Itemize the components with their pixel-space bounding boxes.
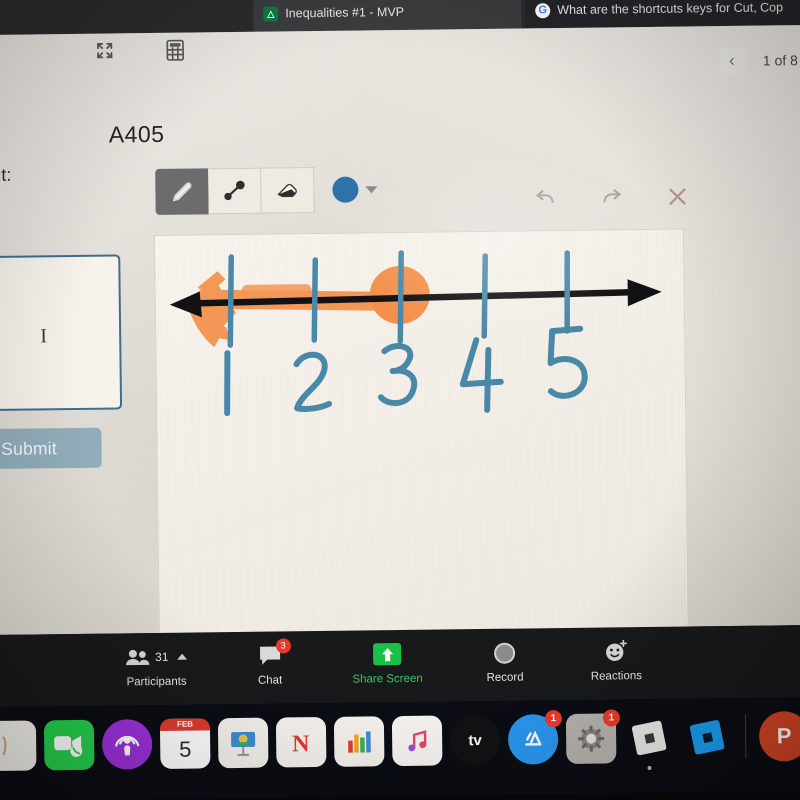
browser-tab-google[interactable]: G What are the shortcuts keys for Cut, C… (525, 0, 800, 29)
pager: ‹ 1 of 8 (718, 47, 798, 75)
zoom-chat-button[interactable]: 3 Chat (241, 638, 300, 687)
apple-tv-label: tv (468, 731, 482, 749)
submit-button[interactable]: Submit (0, 427, 102, 470)
zoom-participants-button[interactable]: 31 Participants (125, 643, 188, 689)
zoom-share-screen-button[interactable]: Share Screen (352, 640, 423, 686)
podcasts-icon[interactable] (101, 719, 153, 770)
roblox-icon[interactable] (682, 712, 733, 763)
right-arrowhead (627, 279, 662, 307)
chat-badge: 3 (275, 638, 291, 654)
color-picker[interactable] (332, 176, 378, 203)
up-arrow-icon (373, 640, 402, 668)
macos-dock: FEB 5 N tv 1 1 P (0, 696, 800, 800)
tick-labels (224, 325, 588, 417)
question-prompt-fragment: ght: (0, 164, 12, 186)
school-icon: △ (263, 5, 279, 22)
facetime-icon[interactable] (43, 719, 95, 771)
keynote-icon[interactable] (217, 717, 269, 769)
browser-tab-active-label: Inequalities #1 - MVP (285, 4, 405, 21)
svg-text:N: N (292, 731, 310, 757)
zoom-reactions-button[interactable]: Reactions (587, 637, 646, 683)
number-line-drawing (169, 250, 662, 417)
browser-tab-active[interactable]: △ Inequalities #1 - MVP (253, 0, 522, 32)
record-circle-icon (494, 639, 516, 667)
dock-running-dot (647, 765, 652, 771)
music-icon[interactable] (391, 715, 443, 767)
zoom-toolbar-items: 31 Participants 3 Chat Share Screen Reco… (125, 637, 646, 688)
drawing-canvas[interactable] (153, 228, 689, 643)
powerpoint-icon[interactable]: P (758, 711, 800, 762)
calendar-icon[interactable]: FEB 5 (159, 718, 211, 769)
text-cursor-icon: I (40, 325, 48, 348)
screenshot-root: △ Inequalities #1 - MVP G What are the s… (0, 0, 800, 800)
zoom-chat-label: Chat (257, 674, 283, 687)
system-preferences-badge: 1 (602, 709, 621, 727)
finder-icon[interactable] (0, 720, 37, 772)
laptop-screen-photo: △ Inequalities #1 - MVP G What are the s… (0, 0, 800, 800)
zoom-record-button[interactable]: Record (476, 638, 535, 684)
news-icon[interactable]: N (275, 716, 327, 768)
apple-tv-icon[interactable]: tv (449, 714, 501, 766)
calendar-day: 5 (178, 736, 192, 762)
chevron-up-icon[interactable] (177, 653, 188, 660)
google-icon: G (535, 2, 551, 18)
numbers-icon[interactable] (333, 716, 385, 767)
zoom-reactions-label: Reactions (590, 670, 643, 683)
powerpoint-label: P (776, 723, 792, 749)
previous-page-button[interactable]: ‹ (718, 47, 746, 75)
redo-button[interactable] (599, 187, 623, 212)
color-swatch[interactable] (332, 176, 359, 203)
history-tools (533, 184, 689, 215)
web-page-body: ‹ 1 of 8 A405 ght: I Submit (0, 25, 800, 643)
pencil-tool-button[interactable] (155, 168, 209, 215)
line-tool-button[interactable] (208, 167, 262, 215)
zoom-share-screen-label: Share Screen (352, 672, 423, 686)
zoom-participants-label: Participants (126, 675, 187, 689)
dock-separator (744, 714, 747, 759)
calendar-month: FEB (159, 718, 211, 731)
system-preferences-icon[interactable]: 1 (565, 709, 621, 764)
zoom-record-label: Record (486, 671, 524, 684)
solution-ray-highlight (188, 271, 398, 348)
participants-count: 31 (155, 649, 169, 665)
undo-button[interactable] (533, 188, 557, 213)
page-title: A405 (108, 120, 165, 148)
app-store-icon[interactable]: 1 (507, 710, 563, 765)
people-icon: 31 (125, 643, 188, 672)
dock-icons: FEB 5 N tv 1 1 P (0, 707, 800, 775)
fullscreen-icon[interactable] (90, 35, 120, 65)
app-store-badge: 1 (544, 710, 563, 728)
drawing-tool-palette (155, 166, 378, 215)
eraser-tool-button[interactable] (261, 167, 315, 214)
clear-button[interactable] (665, 184, 689, 213)
answer-input[interactable]: I (0, 254, 123, 412)
assignment-toolbar (90, 35, 190, 66)
calculator-icon[interactable] (160, 35, 190, 65)
browser-tab-google-label: What are the shortcuts keys for Cut, Cop (557, 0, 784, 18)
chevron-down-icon[interactable] (365, 185, 378, 193)
chat-bubble-icon: 3 (258, 638, 291, 669)
page-counter: 1 of 8 (762, 52, 798, 69)
roblox-studio-icon[interactable] (624, 713, 675, 771)
left-arrowhead (169, 291, 202, 318)
smiley-icon (604, 637, 628, 665)
